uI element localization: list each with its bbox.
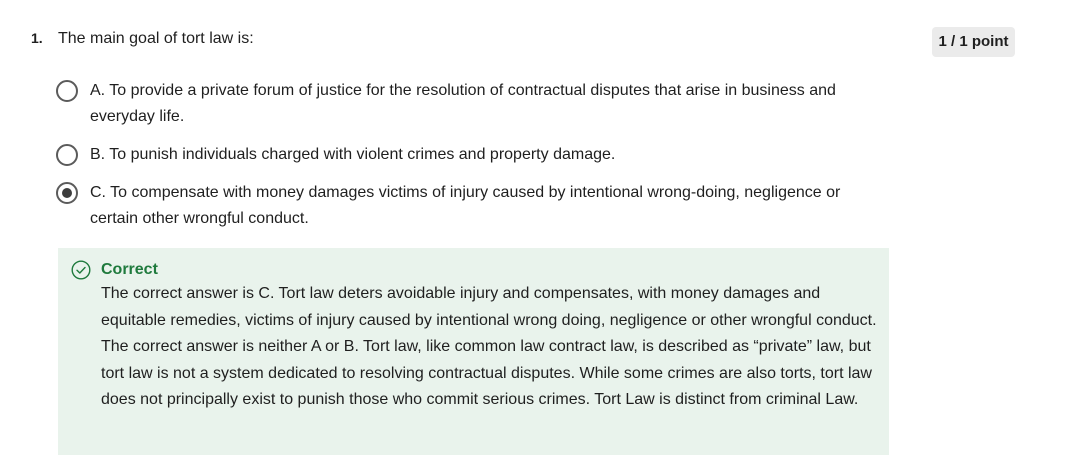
radio-button-c[interactable] xyxy=(56,182,78,204)
feedback-title: Correct xyxy=(101,261,158,278)
points-badge: 1 / 1 point xyxy=(932,27,1015,57)
option-c[interactable]: C. To compensate with money damages vict… xyxy=(56,180,886,232)
option-a-label: A. To provide a private forum of justice… xyxy=(90,82,836,125)
option-b-label: B. To punish individuals charged with vi… xyxy=(90,146,616,163)
option-c-label: C. To compensate with money damages vict… xyxy=(90,184,841,227)
question-text: The main goal of tort law is: xyxy=(58,30,254,47)
check-circle-icon xyxy=(71,260,91,280)
option-b[interactable]: B. To punish individuals charged with vi… xyxy=(56,142,886,168)
feedback-explanation: The correct answer is C. Tort law deters… xyxy=(101,285,877,408)
radio-button-b[interactable] xyxy=(56,144,78,166)
answer-options: A. To provide a private forum of justice… xyxy=(56,78,886,244)
quiz-question: 1. The main goal of tort law is: 1 / 1 p… xyxy=(0,0,1074,476)
option-a[interactable]: A. To provide a private forum of justice… xyxy=(56,78,886,130)
feedback-panel: Correct The correct answer is C. Tort la… xyxy=(58,248,889,455)
question-number: 1. xyxy=(31,30,43,46)
radio-button-a[interactable] xyxy=(56,80,78,102)
